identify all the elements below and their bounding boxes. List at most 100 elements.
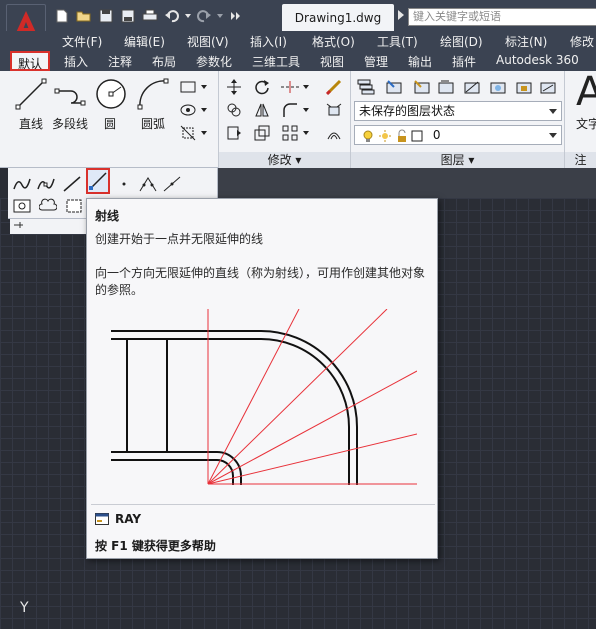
- tab-default[interactable]: 默认: [10, 51, 51, 71]
- spline-fit-icon[interactable]: [12, 174, 32, 194]
- tab-plugins[interactable]: 插件: [452, 53, 476, 70]
- offset-icon[interactable]: [324, 123, 344, 143]
- menu-tools[interactable]: 工具(T): [377, 33, 418, 50]
- polyline-button-label: 多段线: [51, 117, 88, 131]
- construction-line-icon[interactable]: [62, 174, 82, 194]
- tooltip-separator: [91, 504, 435, 505]
- tab-3d-tools[interactable]: 三维工具: [252, 53, 300, 70]
- ribbon-panel-area: 直线 多段线 圆 圆弧 修改 ▾ 未保存的图层状态 0 图层 ▾ A 文字 注: [0, 69, 596, 168]
- erase-icon[interactable]: [324, 77, 344, 97]
- trim-icon[interactable]: [280, 77, 300, 97]
- menu-insert[interactable]: 插入(I): [250, 33, 287, 50]
- menu-draw[interactable]: 绘图(D): [440, 33, 483, 50]
- boundary-icon[interactable]: [178, 123, 198, 143]
- ribbon-strip: [218, 168, 596, 198]
- menu-dimension[interactable]: 标注(N): [505, 33, 547, 50]
- search-input[interactable]: 键入关键字或短语: [408, 8, 596, 26]
- tab-layout[interactable]: 布局: [152, 53, 176, 70]
- hatch-dropdown-icon[interactable]: [200, 101, 208, 119]
- quick-access-toolbar: [52, 6, 246, 26]
- region-icon[interactable]: [12, 196, 32, 216]
- explode-icon[interactable]: [324, 100, 344, 120]
- undo-icon[interactable]: [162, 6, 182, 26]
- tooltip-command-name: RAY: [115, 512, 142, 526]
- revision-cloud-icon[interactable]: [38, 196, 58, 216]
- ray-button[interactable]: [86, 168, 110, 194]
- tooltip-title: 射线: [95, 209, 120, 223]
- arc-button[interactable]: 圆弧: [134, 77, 172, 132]
- tooltip-command: RAY: [95, 512, 141, 526]
- tooltip-help-hint: 按 F1 键获得更多帮助: [95, 539, 216, 553]
- print-icon[interactable]: [140, 6, 160, 26]
- text-icon: A: [576, 69, 596, 115]
- measure-icon[interactable]: [162, 174, 182, 194]
- layer-properties-icon[interactable]: [356, 77, 376, 97]
- layer-freeze-icon[interactable]: [488, 77, 508, 97]
- hatch-icon[interactable]: [178, 100, 198, 120]
- layer-panel-label[interactable]: 图层 ▾: [351, 152, 564, 168]
- layer-state-select[interactable]: 未保存的图层状态: [354, 101, 562, 121]
- circle-icon: [96, 79, 126, 109]
- open-folder-icon[interactable]: [74, 6, 94, 26]
- polyline-button[interactable]: 多段线: [50, 77, 90, 132]
- rectangle-icon[interactable]: [178, 77, 198, 97]
- fillet-dropdown-icon[interactable]: [302, 101, 310, 119]
- wipeout-icon[interactable]: [64, 196, 84, 216]
- menu-modify[interactable]: 修改: [570, 33, 594, 50]
- stretch-icon[interactable]: [224, 123, 244, 143]
- boundary-dropdown-icon[interactable]: [200, 124, 208, 142]
- new-file-icon[interactable]: [52, 6, 72, 26]
- line-button[interactable]: 直线: [14, 77, 48, 132]
- menu-edit[interactable]: 编辑(E): [124, 33, 165, 50]
- point-icon[interactable]: [114, 174, 134, 194]
- tab-scroll-arrow-icon[interactable]: [398, 10, 404, 20]
- layer-select[interactable]: 0: [354, 125, 562, 145]
- layer-walk-icon[interactable]: [538, 77, 558, 97]
- undo-dropdown-icon[interactable]: [184, 6, 192, 26]
- modify-panel-label[interactable]: 修改 ▾: [219, 152, 350, 168]
- pin-panel-icon[interactable]: [10, 219, 90, 234]
- array-dropdown-icon[interactable]: [302, 124, 310, 142]
- spline-cv-icon[interactable]: [36, 174, 56, 194]
- more-tools-icon[interactable]: [226, 6, 246, 26]
- divide-icon[interactable]: [138, 174, 158, 194]
- save-as-icon[interactable]: [118, 6, 138, 26]
- menu-view[interactable]: 视图(V): [187, 33, 229, 50]
- copy-icon[interactable]: [224, 100, 244, 120]
- tab-autodesk-360[interactable]: Autodesk 360: [496, 53, 579, 67]
- layer-previous-icon[interactable]: [436, 77, 456, 97]
- layer-lock-icon[interactable]: [514, 77, 534, 97]
- trim-dropdown-icon[interactable]: [302, 78, 310, 96]
- document-tab[interactable]: Drawing1.dwg: [282, 4, 394, 31]
- menu-format[interactable]: 格式(O): [312, 33, 355, 50]
- tab-insert[interactable]: 插入: [64, 53, 88, 70]
- tab-annotate[interactable]: 注释: [108, 53, 132, 70]
- move-icon[interactable]: [224, 77, 244, 97]
- array-icon[interactable]: [280, 123, 300, 143]
- command-line-icon: [95, 513, 109, 525]
- ray-tooltip: 射线 创建开始于一点并无限延伸的线 向一个方向无限延伸的直线（称为射线），可用作…: [86, 198, 438, 559]
- rotate-icon[interactable]: [252, 77, 272, 97]
- menu-file[interactable]: 文件(F): [62, 33, 102, 50]
- tab-parametric[interactable]: 参数化: [196, 53, 232, 70]
- redo-dropdown-icon[interactable]: [216, 6, 224, 26]
- layer-isolate-icon[interactable]: [462, 77, 482, 97]
- tab-output[interactable]: 输出: [408, 53, 432, 70]
- tab-manage[interactable]: 管理: [364, 53, 388, 70]
- make-current-icon[interactable]: [384, 77, 404, 97]
- rectangle-dropdown-icon[interactable]: [200, 78, 208, 96]
- mirror-icon[interactable]: [252, 100, 272, 120]
- menu-bar: 文件(F) 编辑(E) 视图(V) 插入(I) 格式(O) 工具(T) 绘图(D…: [0, 31, 596, 51]
- redo-icon[interactable]: [194, 6, 214, 26]
- scale-icon[interactable]: [252, 123, 272, 143]
- layer-state-value: 未保存的图层状态: [359, 104, 456, 118]
- layer-match-icon[interactable]: [412, 77, 432, 97]
- save-icon[interactable]: [96, 6, 116, 26]
- annotation-panel-label[interactable]: 注: [565, 152, 596, 168]
- chevron-down-icon: [549, 109, 557, 114]
- fillet-icon[interactable]: [280, 100, 300, 120]
- circle-button[interactable]: 圆: [94, 77, 126, 132]
- text-button[interactable]: A 文字: [572, 69, 596, 151]
- tab-view[interactable]: 视图: [320, 53, 344, 70]
- modify-panel-title: 修改: [267, 153, 292, 167]
